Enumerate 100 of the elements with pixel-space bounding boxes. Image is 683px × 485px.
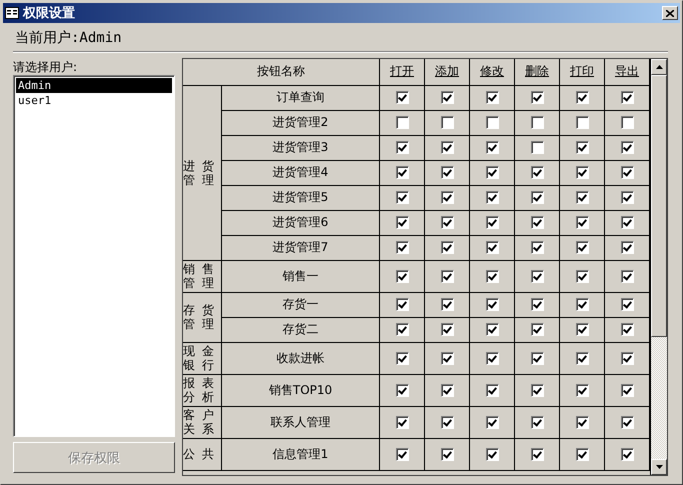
column-header: 导出 [604, 59, 650, 85]
permission-checkbox[interactable] [486, 323, 498, 336]
permission-checkbox[interactable] [440, 384, 454, 396]
permission-checkbox[interactable] [530, 166, 544, 179]
permission-checkbox[interactable] [486, 384, 498, 396]
permission-checkbox[interactable] [486, 141, 498, 154]
permission-checkbox[interactable] [396, 116, 408, 129]
permission-checkbox[interactable] [530, 116, 544, 129]
button-name-cell: 进货管理2 [222, 110, 380, 135]
permission-checkbox[interactable] [486, 448, 498, 460]
permission-checkbox[interactable] [486, 216, 498, 229]
permission-checkbox[interactable] [530, 384, 544, 396]
permission-checkbox[interactable] [486, 241, 498, 254]
permission-checkbox[interactable] [530, 270, 544, 282]
permission-checkbox[interactable] [440, 298, 454, 311]
permission-checkbox[interactable] [620, 298, 634, 311]
permission-checkbox[interactable] [440, 241, 454, 254]
permission-checkbox[interactable] [576, 352, 588, 364]
permission-checkbox[interactable] [396, 216, 408, 229]
permission-checkbox[interactable] [530, 352, 544, 364]
permission-checkbox[interactable] [396, 91, 408, 104]
user-list-label: 请选择用户: [13, 59, 78, 75]
permission-checkbox[interactable] [530, 91, 544, 104]
permission-checkbox[interactable] [576, 416, 588, 428]
permission-checkbox[interactable] [530, 448, 544, 460]
permission-checkbox[interactable] [530, 298, 544, 311]
permission-checkbox[interactable] [620, 166, 634, 179]
permission-checkbox[interactable] [486, 270, 498, 282]
permission-checkbox[interactable] [396, 166, 408, 179]
button-name-cell: 存货一 [222, 292, 380, 317]
permission-checkbox[interactable] [486, 166, 498, 179]
permission-checkbox[interactable] [620, 270, 634, 282]
column-header: 删除 [514, 59, 560, 85]
permission-checkbox[interactable] [486, 191, 498, 204]
scroll-up-button[interactable] [651, 59, 667, 75]
permission-checkbox[interactable] [576, 166, 588, 179]
scroll-bar[interactable] [650, 59, 667, 475]
permission-checkbox[interactable] [530, 191, 544, 204]
permission-checkbox[interactable] [396, 323, 408, 336]
permission-checkbox[interactable] [530, 416, 544, 428]
permission-checkbox[interactable] [440, 216, 454, 229]
permission-checkbox[interactable] [486, 91, 498, 104]
permission-checkbox[interactable] [486, 352, 498, 364]
permission-checkbox[interactable] [620, 416, 634, 428]
permission-checkbox[interactable] [530, 241, 544, 254]
permission-checkbox[interactable] [440, 352, 454, 364]
permission-checkbox[interactable] [440, 448, 454, 460]
permission-checkbox[interactable] [396, 141, 408, 154]
permission-checkbox[interactable] [576, 191, 588, 204]
permission-checkbox[interactable] [576, 91, 588, 104]
permission-checkbox[interactable] [396, 384, 408, 396]
permission-checkbox[interactable] [396, 448, 408, 460]
permission-checkbox[interactable] [486, 416, 498, 428]
permission-checkbox[interactable] [396, 241, 408, 254]
permission-checkbox[interactable] [396, 352, 408, 364]
user-list-item[interactable]: Admin [16, 78, 172, 93]
permission-checkbox[interactable] [576, 448, 588, 460]
permission-checkbox[interactable] [486, 116, 498, 129]
button-name-cell: 进货管理7 [222, 235, 380, 260]
permission-checkbox[interactable] [620, 448, 634, 460]
scroll-thumb[interactable] [651, 75, 667, 337]
permission-checkbox[interactable] [486, 298, 498, 311]
permission-checkbox[interactable] [620, 91, 634, 104]
permission-checkbox[interactable] [576, 270, 588, 282]
permission-checkbox[interactable] [440, 323, 454, 336]
scroll-down-button[interactable] [651, 459, 667, 475]
permission-checkbox[interactable] [620, 241, 634, 254]
permission-checkbox[interactable] [396, 298, 408, 311]
group-label: 客户关系 [183, 408, 221, 436]
permission-checkbox[interactable] [620, 116, 634, 129]
permission-checkbox[interactable] [440, 270, 454, 282]
permission-checkbox[interactable] [440, 166, 454, 179]
permission-checkbox[interactable] [620, 191, 634, 204]
permission-checkbox[interactable] [620, 384, 634, 396]
current-user-label: 当前用户:Admin [14, 29, 123, 48]
permission-checkbox[interactable] [576, 323, 588, 336]
permission-checkbox[interactable] [440, 116, 454, 129]
permission-checkbox[interactable] [576, 116, 588, 129]
permission-checkbox[interactable] [440, 191, 454, 204]
permission-checkbox[interactable] [396, 270, 408, 282]
permission-checkbox[interactable] [440, 416, 454, 428]
permission-checkbox[interactable] [576, 298, 588, 311]
button-name-cell: 收款进帐 [222, 342, 380, 374]
permission-checkbox[interactable] [530, 216, 544, 229]
permission-checkbox[interactable] [576, 141, 588, 154]
permission-checkbox[interactable] [576, 241, 588, 254]
permission-checkbox[interactable] [620, 216, 634, 229]
permission-checkbox[interactable] [396, 416, 408, 428]
user-list-item[interactable]: user1 [16, 93, 172, 108]
permission-checkbox[interactable] [576, 216, 588, 229]
permission-checkbox[interactable] [530, 141, 544, 154]
permission-checkbox[interactable] [440, 91, 454, 104]
permission-checkbox[interactable] [396, 191, 408, 204]
permission-checkbox[interactable] [576, 384, 588, 396]
close-button[interactable] [662, 6, 678, 20]
permission-checkbox[interactable] [620, 323, 634, 336]
permission-checkbox[interactable] [440, 141, 454, 154]
permission-checkbox[interactable] [620, 352, 634, 364]
permission-checkbox[interactable] [620, 141, 634, 154]
permission-checkbox[interactable] [530, 323, 544, 336]
